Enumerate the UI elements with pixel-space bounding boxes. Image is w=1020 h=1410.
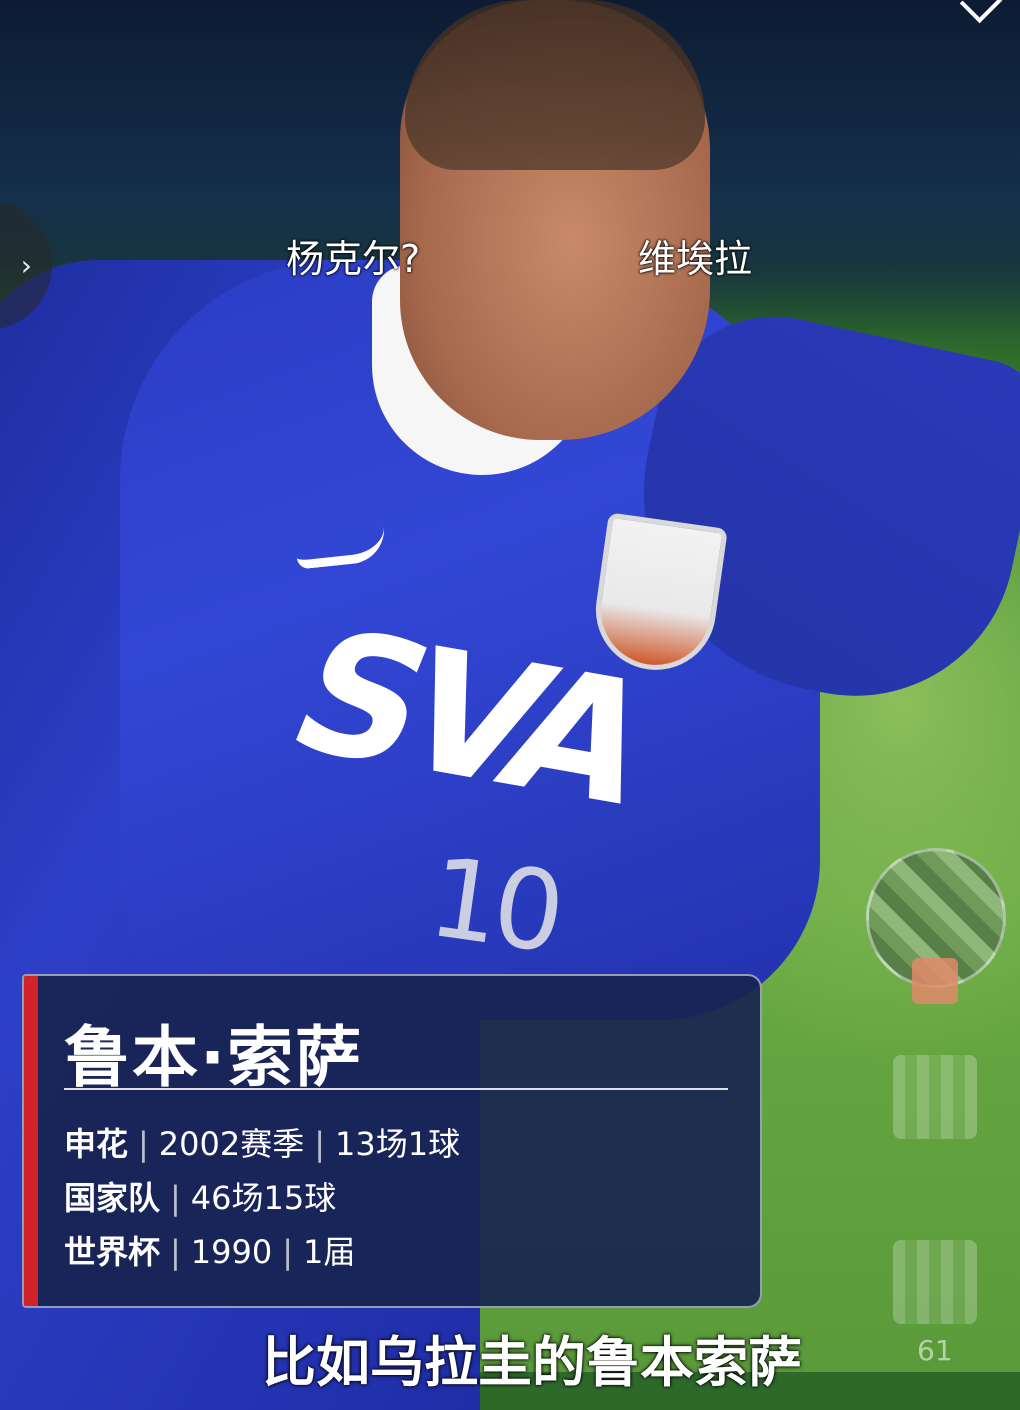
stat-row-worldcup: 世界杯 | 1990 | 1届 (64, 1232, 355, 1272)
separator: | (170, 1179, 181, 1217)
comment-icon[interactable] (893, 1240, 977, 1324)
stat-label: 世界杯 (64, 1233, 161, 1271)
like-icon[interactable] (893, 1055, 977, 1139)
stat-row-national: 国家队 | 46场15球 (64, 1178, 336, 1218)
stat-value: 1990 (190, 1233, 273, 1271)
comment-count: 61 (917, 1334, 953, 1367)
player-hair (405, 0, 705, 170)
separator: | (314, 1125, 326, 1163)
stat-row-club: 申花 | 2002赛季 | 13场1球 (64, 1124, 460, 1164)
annotation-left-name: 杨克尔? (286, 237, 421, 281)
separator: | (282, 1233, 294, 1271)
chevron-right-icon: › (20, 248, 32, 282)
stat-label: 申花 (64, 1125, 129, 1163)
card-accent-bar (24, 976, 38, 1306)
card-divider (64, 1088, 728, 1090)
separator: | (138, 1125, 149, 1163)
player-info-card: 鲁本·索萨 申花 | 2002赛季 | 13场1球 国家队 | 46场15球 世界杯 | 199… (22, 974, 762, 1308)
follow-badge-icon[interactable] (912, 958, 958, 1004)
stat-value: 13场1球 (335, 1125, 461, 1163)
video-subtitle: 比如乌拉圭的鲁本索萨 (262, 1331, 802, 1394)
jersey-number: 10 (421, 832, 567, 978)
separator: | (170, 1233, 181, 1271)
stat-label: 国家队 (64, 1179, 161, 1217)
annotation-right-name: 维埃拉 (638, 237, 753, 281)
stat-value: 2002赛季 (158, 1125, 305, 1163)
player-name: 鲁本·索萨 (64, 1019, 364, 1096)
stat-value: 1届 (303, 1233, 356, 1271)
stat-value: 46场15球 (190, 1179, 337, 1217)
